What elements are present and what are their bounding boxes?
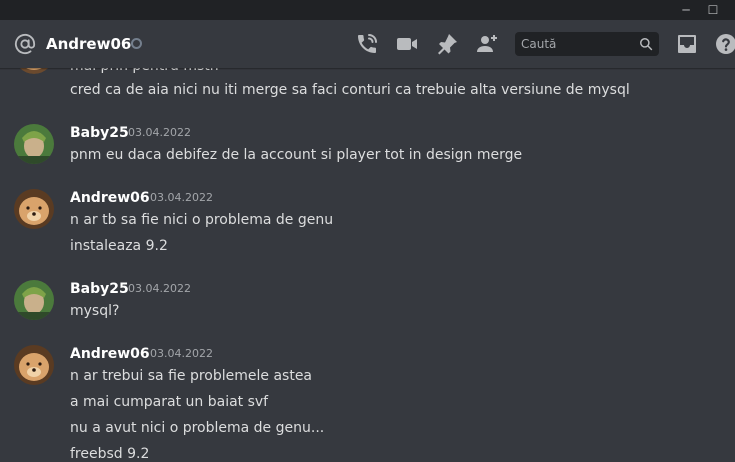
message-text: n ar trebui sa fie problemele astea xyxy=(70,368,313,384)
message-text: freebsd 9.2 xyxy=(70,446,150,462)
message-list[interactable]: mai prin pentru mstn cred ca de aia nici… xyxy=(0,68,735,462)
message-text: mysql? xyxy=(70,303,120,319)
at-icon xyxy=(14,33,36,55)
message-text: instaleaza 9.2 xyxy=(70,238,168,254)
message-text: a mai cumparat un baiat svf xyxy=(70,394,269,410)
help-icon[interactable] xyxy=(714,32,735,56)
message-author[interactable]: Andrew06 xyxy=(70,344,150,364)
page-title: Andrew06 xyxy=(46,35,132,53)
pin-icon[interactable] xyxy=(435,32,459,56)
message-timestamp: 03.04.2022 xyxy=(128,282,191,295)
phone-call-icon[interactable] xyxy=(355,32,379,56)
search-placeholder: Caută xyxy=(521,37,557,51)
message-text: n ar tb sa fie nici o problema de genu xyxy=(70,212,334,228)
message-text: mai prin pentru mstn xyxy=(70,68,219,76)
minimize-button[interactable]: ─ xyxy=(674,0,698,20)
avatar[interactable] xyxy=(14,189,54,229)
message-text: nu a avut nici o problema de genu... xyxy=(70,420,325,436)
maximize-button[interactable]: ☐ xyxy=(701,0,725,20)
message-timestamp: 03.04.2022 xyxy=(150,191,213,204)
add-friend-icon[interactable] xyxy=(475,32,499,56)
search-input[interactable]: Caută xyxy=(515,32,659,56)
search-icon xyxy=(640,38,653,51)
message-timestamp: 03.04.2022 xyxy=(150,347,213,360)
message-text: pnm eu daca debifez de la account si pla… xyxy=(70,147,523,163)
avatar[interactable] xyxy=(14,345,54,385)
message-author[interactable]: Baby25 xyxy=(70,279,129,299)
message-author[interactable]: Andrew06 xyxy=(70,188,150,208)
video-camera-icon[interactable] xyxy=(395,32,419,56)
message-text: cred ca de aia nici nu iti merge sa faci… xyxy=(70,82,630,98)
window-titlebar: ─ ☐ xyxy=(0,0,735,20)
inbox-icon[interactable] xyxy=(675,32,699,56)
message-author[interactable]: Baby25 xyxy=(70,123,129,143)
avatar[interactable] xyxy=(14,280,54,320)
message-timestamp: 03.04.2022 xyxy=(128,126,191,139)
offline-status-icon xyxy=(131,38,142,49)
channel-header: Andrew06 Caută xyxy=(0,20,735,68)
avatar[interactable] xyxy=(14,124,54,164)
avatar[interactable] xyxy=(14,68,54,74)
